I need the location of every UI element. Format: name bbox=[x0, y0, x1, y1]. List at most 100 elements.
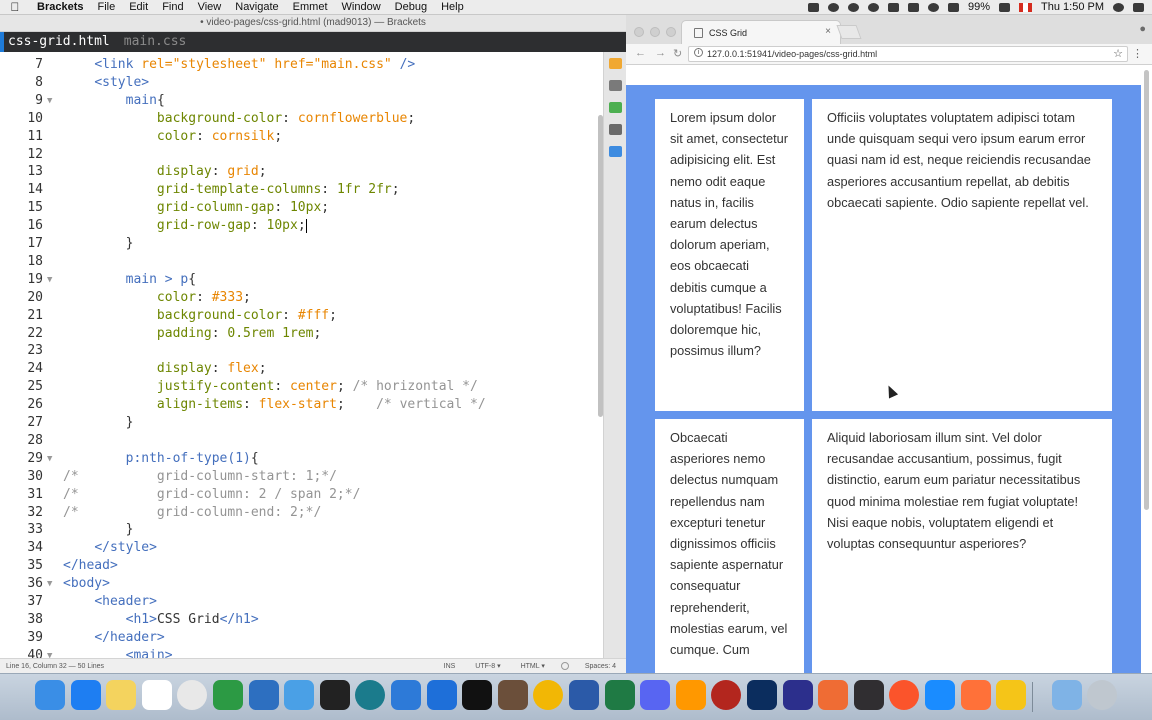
close-tab-icon[interactable]: × bbox=[825, 21, 831, 43]
insert-mode[interactable]: INS bbox=[434, 663, 466, 670]
excel-icon[interactable] bbox=[604, 680, 635, 710]
code-text[interactable]: justify-content: center; /* horizontal *… bbox=[63, 378, 478, 396]
encoding-select[interactable]: UTF-8 ▾ bbox=[465, 662, 510, 670]
sublime-icon[interactable] bbox=[675, 680, 706, 710]
menu-debug[interactable]: Debug bbox=[388, 1, 434, 13]
brackets-icon[interactable] bbox=[426, 680, 457, 710]
word-icon[interactable] bbox=[569, 680, 599, 710]
discord-icon[interactable] bbox=[640, 680, 671, 710]
browser-menu-icon[interactable]: ⋮ bbox=[1132, 47, 1143, 60]
spotlight-icon[interactable] bbox=[1113, 2, 1124, 12]
dropbox-icon[interactable] bbox=[827, 2, 839, 12]
apple-menu-icon[interactable]:  bbox=[0, 0, 30, 14]
code-text[interactable]: } bbox=[63, 235, 134, 253]
minimize-window-button[interactable] bbox=[650, 27, 660, 37]
code-line[interactable]: 30 /* grid-column-start: 1;*/ bbox=[0, 468, 603, 486]
code-line[interactable]: 39 </header> bbox=[0, 629, 603, 647]
code-text[interactable]: p:nth-of-type(1){ bbox=[63, 450, 259, 468]
code-line[interactable]: 23 bbox=[0, 342, 603, 360]
back-icon[interactable]: ← bbox=[635, 47, 646, 59]
code-line[interactable]: 32 /* grid-column-end: 2;*/ bbox=[0, 504, 603, 522]
code-text[interactable]: grid-template-columns: 1fr 2fr; bbox=[63, 181, 400, 199]
menubar-clock[interactable]: Thu 1:50 PM bbox=[1041, 1, 1104, 13]
chrome-canary-icon[interactable] bbox=[996, 680, 1027, 710]
code-text[interactable]: /* grid-column: 2 / span 2;*/ bbox=[63, 486, 360, 504]
code-text[interactable]: </head> bbox=[63, 557, 118, 575]
app-store-icon[interactable] bbox=[70, 680, 101, 710]
vscode-icon[interactable] bbox=[391, 680, 421, 710]
keyboard-icon[interactable] bbox=[907, 2, 919, 12]
safari-icon[interactable] bbox=[925, 680, 955, 710]
code-line[interactable]: 33 } bbox=[0, 521, 603, 539]
code-line[interactable]: 7 <link rel="stylesheet" href="main.css"… bbox=[0, 56, 603, 74]
site-info-icon[interactable]: i bbox=[694, 48, 703, 57]
calendar-icon[interactable] bbox=[141, 680, 172, 710]
code-line[interactable]: 11 color: cornsilk; bbox=[0, 128, 603, 146]
code-text[interactable]: background-color: cornflowerblue; bbox=[63, 110, 415, 128]
code-line[interactable]: 38 <h1>CSS Grid</h1> bbox=[0, 611, 603, 629]
code-text[interactable]: main > p{ bbox=[63, 271, 196, 289]
downloads-icon[interactable] bbox=[1052, 680, 1082, 710]
bookmark-star-icon[interactable]: ☆ bbox=[1113, 47, 1123, 60]
code-text[interactable]: <style> bbox=[63, 74, 149, 92]
code-text[interactable]: <link rel="stylesheet" href="main.css" /… bbox=[63, 56, 415, 74]
reload-icon[interactable]: ↻ bbox=[673, 47, 682, 60]
code-line[interactable]: 36 ▼ <body> bbox=[0, 575, 603, 593]
code-text[interactable]: grid-row-gap: 10px; bbox=[63, 217, 307, 235]
code-text[interactable]: <header> bbox=[63, 593, 157, 611]
code-line[interactable]: 31 /* grid-column: 2 / span 2;*/ bbox=[0, 486, 603, 504]
code-line[interactable]: 18 bbox=[0, 253, 603, 271]
address-url[interactable]: 127.0.0.1:51941/video-pages/css-grid.htm… bbox=[707, 49, 877, 59]
menu-emmet[interactable]: Emmet bbox=[286, 1, 335, 13]
address-bar[interactable]: i 127.0.0.1:51941/video-pages/css-grid.h… bbox=[688, 46, 1128, 62]
finder-icon[interactable] bbox=[35, 680, 65, 710]
zoom-window-button[interactable] bbox=[666, 27, 676, 37]
menu-edit[interactable]: Edit bbox=[122, 1, 155, 13]
sourcetree-icon[interactable] bbox=[248, 680, 279, 710]
file-tab-css-grid[interactable]: css-grid.html bbox=[0, 32, 120, 52]
filezilla-icon[interactable] bbox=[711, 680, 742, 710]
theme-icon[interactable] bbox=[609, 146, 622, 157]
github-icon[interactable] bbox=[319, 680, 350, 710]
live-preview-icon[interactable] bbox=[609, 58, 622, 69]
file-tree-icon[interactable] bbox=[609, 124, 622, 135]
code-editor[interactable]: 7 <link rel="stylesheet" href="main.css"… bbox=[0, 52, 603, 666]
code-line[interactable]: 10 background-color: cornflowerblue; bbox=[0, 110, 603, 128]
new-tab-button[interactable] bbox=[836, 25, 862, 39]
obs-icon[interactable] bbox=[853, 680, 884, 710]
menu-window[interactable]: Window bbox=[335, 1, 388, 13]
menu-view[interactable]: View bbox=[191, 1, 229, 13]
profile-icon[interactable]: ● bbox=[1139, 23, 1146, 35]
close-window-button[interactable] bbox=[634, 27, 644, 37]
battery-percent[interactable]: 99% bbox=[968, 1, 990, 13]
brave-icon[interactable] bbox=[889, 680, 920, 710]
code-line[interactable]: 21 background-color: #fff; bbox=[0, 307, 603, 325]
input-source-flag-icon[interactable] bbox=[1019, 2, 1033, 12]
code-text[interactable]: grid-column-gap: 10px; bbox=[63, 199, 329, 217]
forward-icon[interactable]: → bbox=[655, 47, 666, 59]
code-line[interactable]: 20 color: #333; bbox=[0, 289, 603, 307]
code-text[interactable]: </header> bbox=[63, 629, 164, 647]
language-select[interactable]: HTML ▾ bbox=[511, 662, 555, 670]
code-line[interactable]: 27 } bbox=[0, 414, 603, 432]
code-line[interactable]: 12 bbox=[0, 146, 603, 164]
code-line[interactable]: 8 <style> bbox=[0, 74, 603, 92]
indent-setting[interactable]: Spaces: 4 bbox=[575, 663, 626, 670]
code-line[interactable]: 17 } bbox=[0, 235, 603, 253]
battery-icon[interactable] bbox=[999, 2, 1011, 12]
bluetooth-icon[interactable] bbox=[887, 2, 899, 12]
fold-toggle-icon[interactable]: ▼ bbox=[47, 271, 52, 289]
code-line[interactable]: 25 justify-content: center; /* horizonta… bbox=[0, 378, 603, 396]
sync-icon[interactable] bbox=[847, 2, 859, 12]
menu-find[interactable]: Find bbox=[155, 1, 190, 13]
code-text[interactable]: color: #333; bbox=[63, 289, 251, 307]
menu-help[interactable]: Help bbox=[434, 1, 471, 13]
code-line[interactable]: 29 ▼ p:nth-of-type(1){ bbox=[0, 450, 603, 468]
code-line[interactable]: 9 ▼ main{ bbox=[0, 92, 603, 110]
code-text[interactable]: padding: 0.5rem 1rem; bbox=[63, 325, 321, 343]
photoshop-icon[interactable] bbox=[747, 680, 777, 710]
code-text[interactable]: } bbox=[63, 414, 134, 432]
code-line[interactable]: 28 bbox=[0, 432, 603, 450]
firefox-icon[interactable] bbox=[960, 680, 991, 710]
volume-icon[interactable] bbox=[947, 2, 959, 12]
